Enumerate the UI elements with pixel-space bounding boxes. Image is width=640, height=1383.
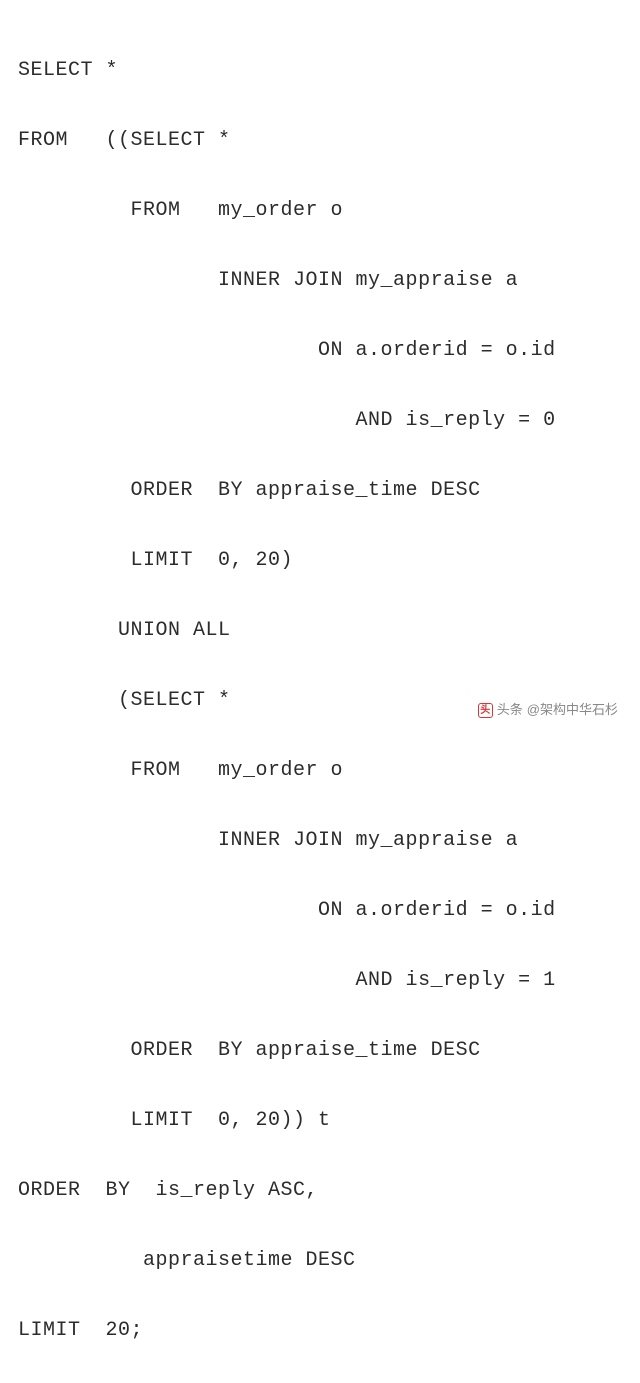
code-line: FROM ((SELECT * <box>18 123 640 158</box>
code-line: INNER JOIN my_appraise a <box>18 263 640 298</box>
code-line: ORDER BY appraise_time DESC <box>18 473 640 508</box>
code-line: AND is_reply = 0 <box>18 403 640 438</box>
watermark-prefix: 头条 <box>497 699 523 722</box>
code-line: AND is_reply = 1 <box>18 963 640 998</box>
code-line: FROM my_order o <box>18 753 640 788</box>
watermark-text: @架构中华石杉 <box>527 699 618 722</box>
code-line: LIMIT 20; <box>18 1313 640 1348</box>
code-line: SELECT * <box>18 53 640 88</box>
icon-glyph: 头 <box>480 702 490 720</box>
code-line: FROM my_order o <box>18 193 640 228</box>
code-line: ON a.orderid = o.id <box>18 333 640 368</box>
code-line: UNION ALL <box>18 613 640 648</box>
code-line: INNER JOIN my_appraise a <box>18 823 640 858</box>
code-line: ORDER BY is_reply ASC, <box>18 1173 640 1208</box>
code-line: ON a.orderid = o.id <box>18 893 640 928</box>
code-line: appraisetime DESC <box>18 1243 640 1278</box>
code-line: ORDER BY appraise_time DESC <box>18 1033 640 1068</box>
code-line: LIMIT 0, 20) <box>18 543 640 578</box>
toutiao-icon: 头 <box>478 703 493 718</box>
watermark: 头 头条 @架构中华石杉 <box>478 699 618 722</box>
code-line: LIMIT 0, 20)) t <box>18 1103 640 1138</box>
